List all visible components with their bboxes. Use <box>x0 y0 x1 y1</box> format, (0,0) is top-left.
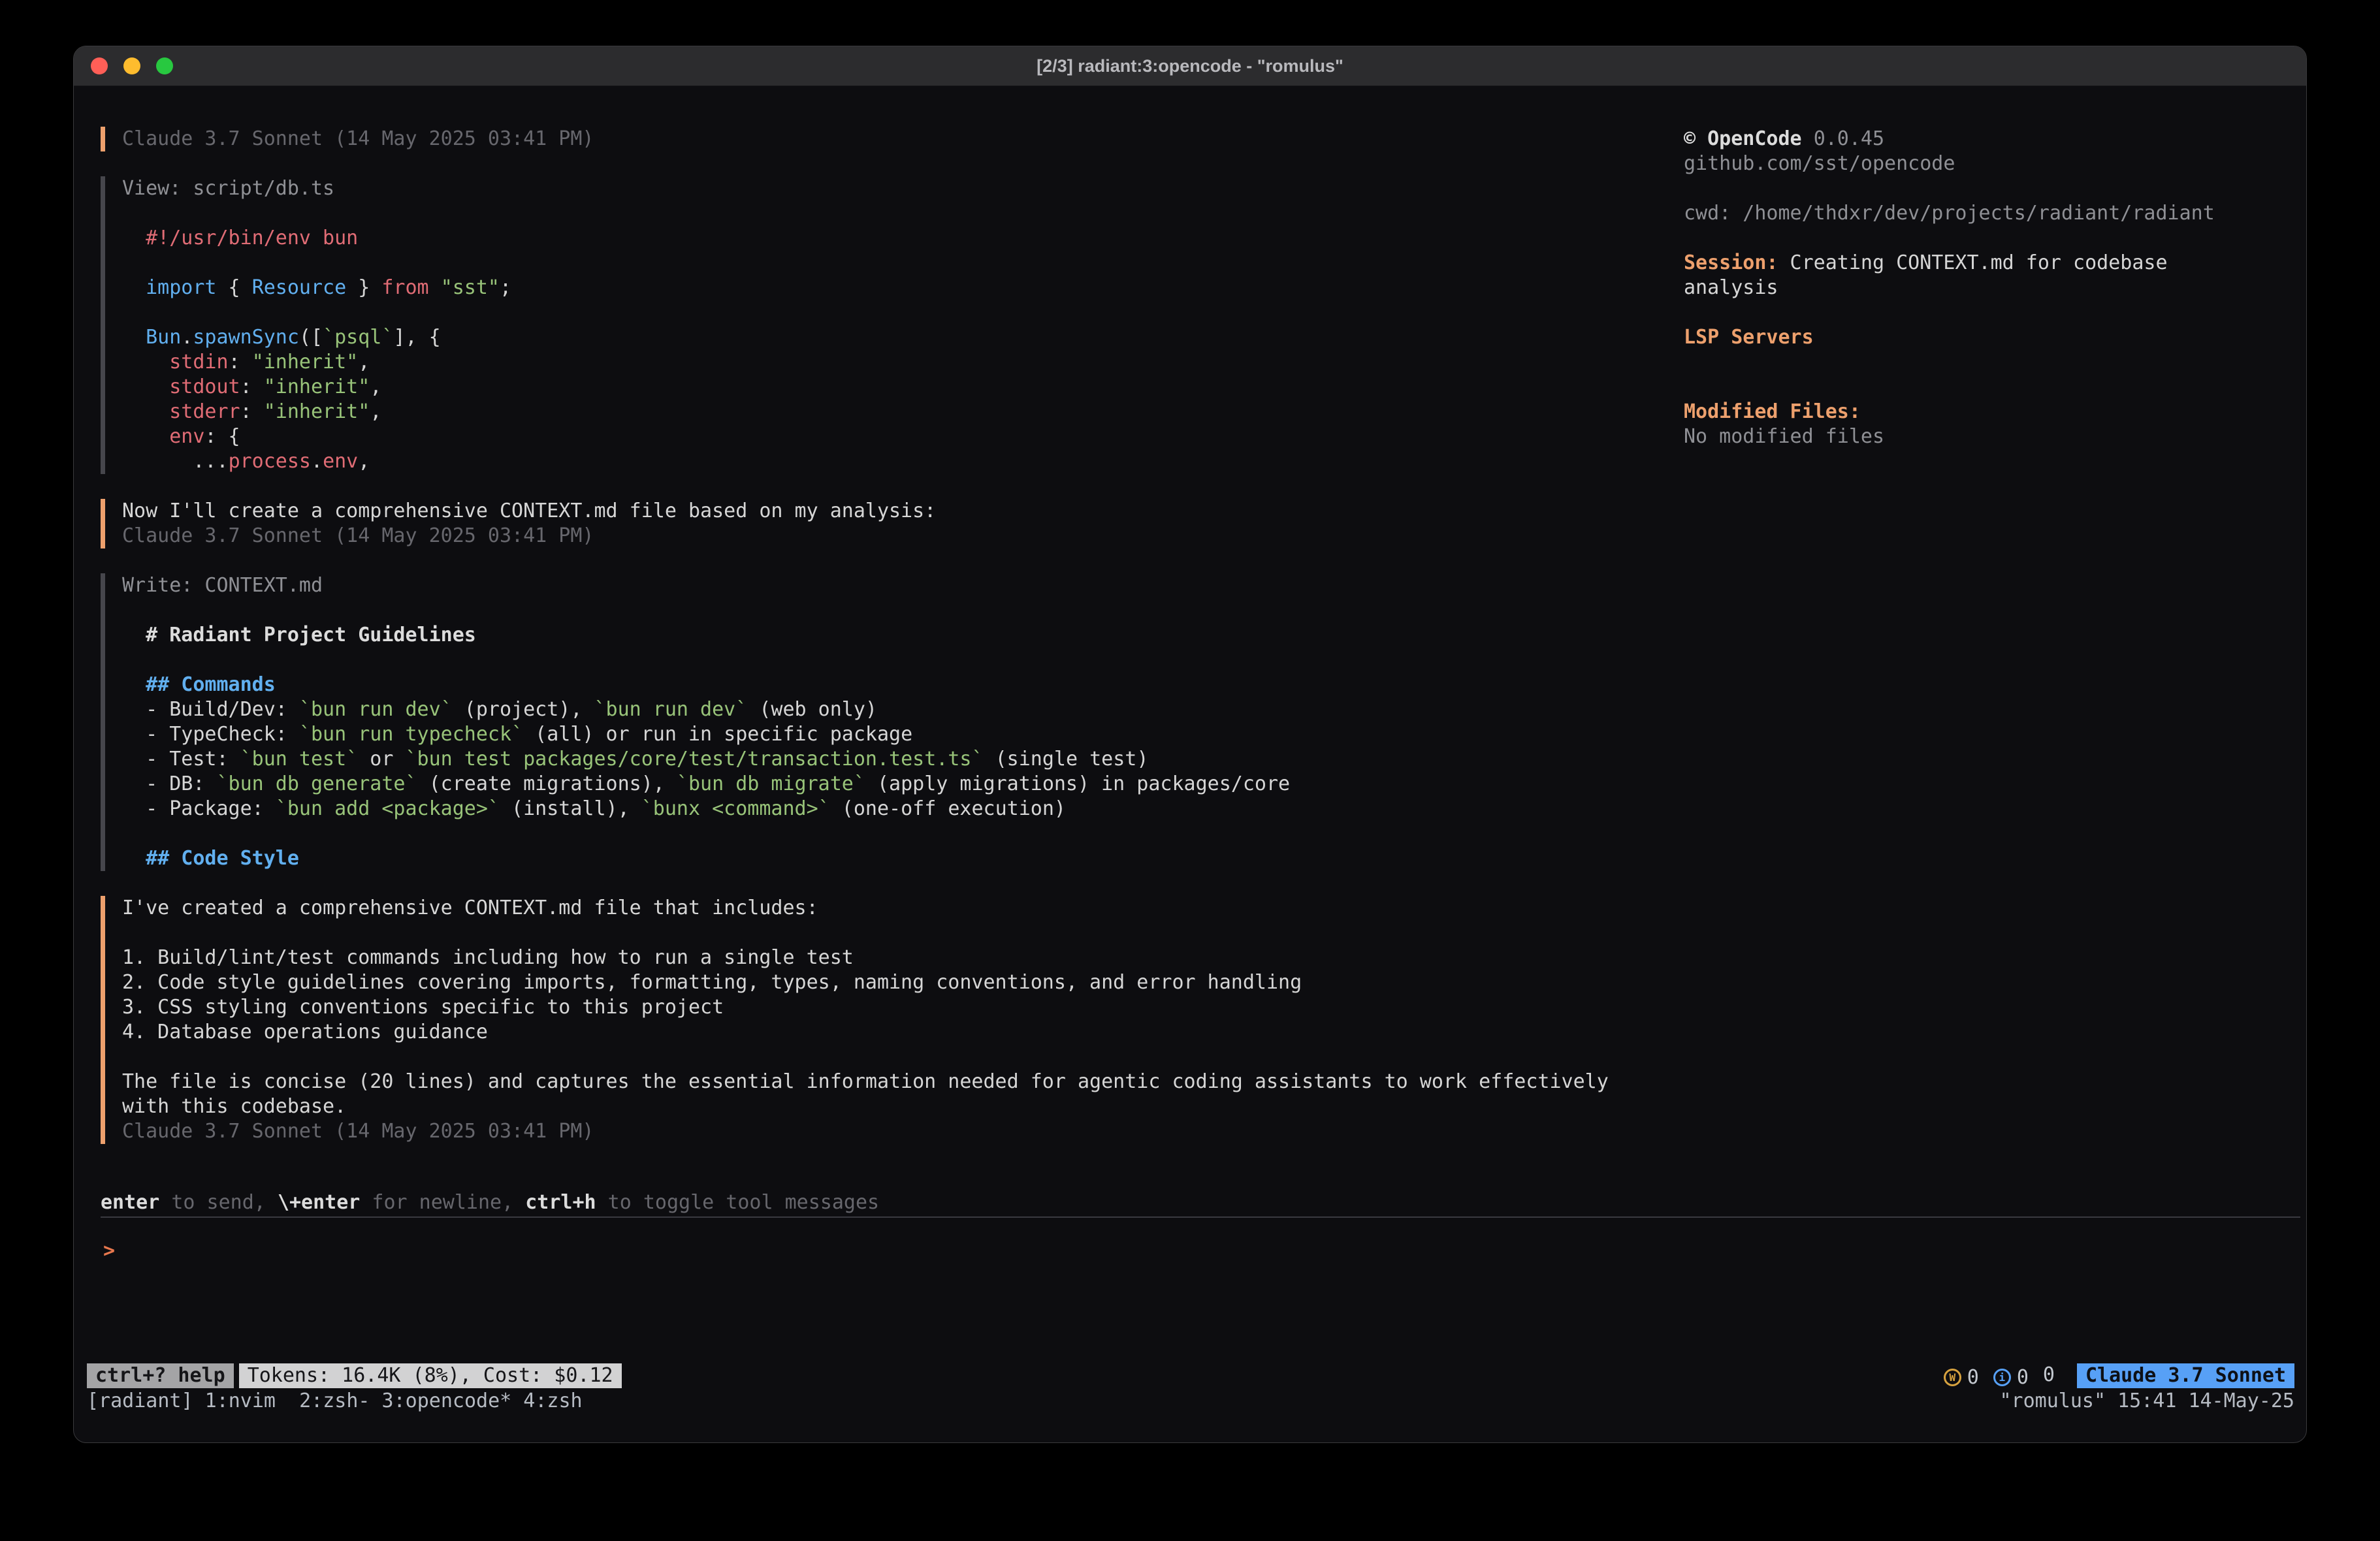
minimize-button[interactable] <box>123 57 140 74</box>
text-line: # Radiant Project Guidelines <box>122 623 1609 648</box>
assistant-message-header: Claude 3.7 Sonnet (14 May 2025 03:41 PM) <box>101 127 1609 151</box>
text-line: enter to send, \+enter for newline, ctrl… <box>101 1190 879 1215</box>
text-line <box>1684 176 2215 201</box>
tool-write-block: Write: CONTEXT.md # Radiant Project Guid… <box>101 573 1609 871</box>
diagnostics: W0i0h0 <box>1944 1363 2069 1389</box>
text-line: - Test: `bun test` or `bun test packages… <box>122 747 1609 772</box>
text-line: - TypeCheck: `bun run typecheck` (all) o… <box>122 722 1609 747</box>
text-line: Session: Creating CONTEXT.md for codebas… <box>1684 251 2215 276</box>
text-line: ## Commands <box>122 673 1609 697</box>
hint-count: 0 <box>2043 1363 2055 1386</box>
tmux-status-bar: [radiant] 1:nvim 2:zsh- 3:opencode* 4:zs… <box>87 1389 2294 1414</box>
warning-icon: W <box>1944 1369 1961 1386</box>
warning-count: 0 <box>1967 1366 1979 1389</box>
text-line <box>122 648 1609 673</box>
sidebar: © OpenCode 0.0.45github.com/sst/opencode… <box>1684 127 2215 449</box>
text-line: The file is concise (20 lines) and captu… <box>122 1070 1609 1094</box>
text-line <box>1684 375 2215 400</box>
text-line: with this codebase. <box>122 1094 1609 1119</box>
prompt-input[interactable]: > <box>103 1239 115 1263</box>
text-line <box>122 1045 1609 1070</box>
text-line: Now I'll create a comprehensive CONTEXT.… <box>122 499 1609 524</box>
assistant-message: Now I'll create a comprehensive CONTEXT.… <box>101 499 1609 548</box>
text-line: Claude 3.7 Sonnet (14 May 2025 03:41 PM) <box>122 524 1609 548</box>
text-line: cwd: /home/thdxr/dev/projects/radiant/ra… <box>1684 201 2215 226</box>
info-count: 0 <box>2017 1366 2029 1389</box>
text-line: Claude 3.7 Sonnet (14 May 2025 03:41 PM) <box>122 127 1609 151</box>
text-line: ## Code Style <box>122 846 1609 871</box>
input-separator <box>101 1216 2300 1218</box>
text-line: ...process.env, <box>122 449 1609 474</box>
text-line: stderr: "inherit", <box>122 400 1609 424</box>
tool-view-block: View: script/db.ts #!/usr/bin/env bun im… <box>101 176 1609 474</box>
text-line <box>122 251 1609 276</box>
text-line: I've created a comprehensive CONTEXT.md … <box>122 896 1609 921</box>
text-line: 2. Code style guidelines covering import… <box>122 970 1609 995</box>
text-line: github.com/sst/opencode <box>1684 151 2215 176</box>
terminal-window: [2/3] radiant:3:opencode - "romulus" Cla… <box>73 46 2307 1443</box>
text-line: #!/usr/bin/env bun <box>122 226 1609 251</box>
text-line <box>122 300 1609 325</box>
model-chip[interactable]: Claude 3.7 Sonnet <box>2077 1363 2294 1388</box>
text-line: Bun.spawnSync([`psql`], { <box>122 325 1609 350</box>
text-line: env: { <box>122 424 1609 449</box>
text-line: - Package: `bun add <package>` (install)… <box>122 797 1609 821</box>
text-line: Claude 3.7 Sonnet (14 May 2025 03:41 PM) <box>122 1119 1609 1144</box>
text-line: analysis <box>1684 276 2215 300</box>
window-title: [2/3] radiant:3:opencode - "romulus" <box>1037 56 1343 76</box>
assistant-message: I've created a comprehensive CONTEXT.md … <box>101 896 1609 1144</box>
diagnostic-hint-badge: h0 <box>2043 1363 2055 1386</box>
titlebar: [2/3] radiant:3:opencode - "romulus" <box>74 46 2306 86</box>
text-line: 1. Build/lint/test commands including ho… <box>122 945 1609 970</box>
text-line: Modified Files: <box>1684 400 2215 424</box>
text-line: Write: CONTEXT.md <box>122 573 1609 598</box>
tmux-session-info: "romulus" 15:41 14-May-25 <box>1999 1389 2294 1414</box>
text-line <box>1684 300 2215 325</box>
diagnostic-warning-badge: W0 <box>1944 1366 1979 1389</box>
input-hint: enter to send, \+enter for newline, ctrl… <box>101 1190 879 1215</box>
chat-transcript: Claude 3.7 Sonnet (14 May 2025 03:41 PM)… <box>101 127 1609 1169</box>
text-line: - DB: `bun db generate` (create migratio… <box>122 772 1609 797</box>
text-line: stdin: "inherit", <box>122 350 1609 375</box>
text-line: © OpenCode 0.0.45 <box>1684 127 2215 151</box>
status-bar-right: W0i0h0 Claude 3.7 Sonnet <box>1944 1363 2294 1389</box>
text-line <box>122 598 1609 623</box>
text-line <box>122 921 1609 945</box>
text-line: View: script/db.ts <box>122 176 1609 201</box>
text-line <box>122 201 1609 226</box>
text-line: 4. Database operations guidance <box>122 1020 1609 1045</box>
tmux-window-list[interactable]: [radiant] 1:nvim 2:zsh- 3:opencode* 4:zs… <box>87 1389 583 1414</box>
diagnostic-info-badge: i0 <box>1993 1366 2029 1389</box>
text-line <box>1684 350 2215 375</box>
status-bar: ctrl+? help Tokens: 16.4K (8%), Cost: $0… <box>87 1363 2294 1388</box>
text-line: 3. CSS styling conventions specific to t… <box>122 995 1609 1020</box>
text-line: stdout: "inherit", <box>122 375 1609 400</box>
help-chip[interactable]: ctrl+? help <box>87 1363 234 1388</box>
text-line: import { Resource } from "sst"; <box>122 276 1609 300</box>
zoom-button[interactable] <box>156 57 173 74</box>
text-line: LSP Servers <box>1684 325 2215 350</box>
info-icon: i <box>1993 1369 2011 1386</box>
text-line: No modified files <box>1684 424 2215 449</box>
tokens-cost-chip: Tokens: 16.4K (8%), Cost: $0.12 <box>239 1363 622 1388</box>
text-line <box>122 821 1609 846</box>
text-line <box>1684 226 2215 251</box>
window-controls <box>91 46 173 86</box>
text-line: - Build/Dev: `bun run dev` (project), `b… <box>122 697 1609 722</box>
close-button[interactable] <box>91 57 108 74</box>
